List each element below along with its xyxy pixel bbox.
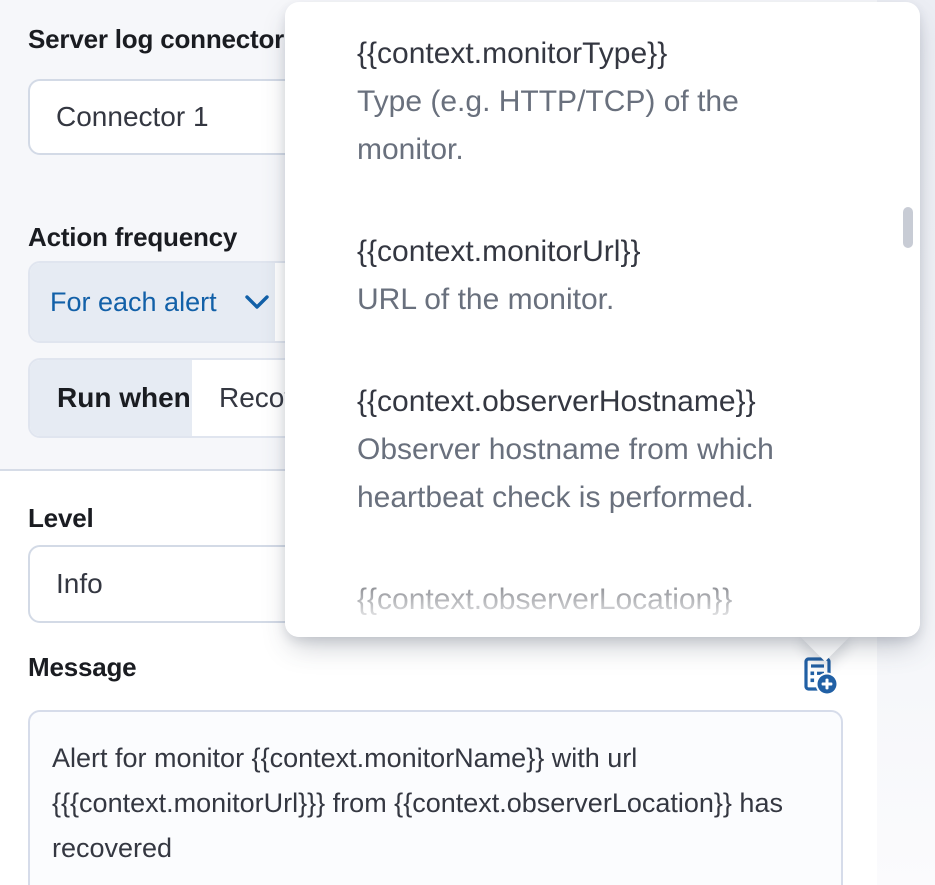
- frequency-label: Action frequency: [28, 222, 237, 253]
- message-label: Message: [28, 652, 136, 683]
- run-when-prepend-label: Run when: [30, 360, 192, 436]
- variable-option[interactable]: {{context.monitorType}} Type (e.g. HTTP/…: [357, 30, 896, 174]
- level-label: Level: [28, 503, 94, 534]
- connector-label: Server log connector: [28, 24, 284, 55]
- message-textarea[interactable]: Alert for monitor {{context.monitorName}…: [28, 710, 843, 885]
- variable-description: Observer location from which: [357, 624, 896, 637]
- frequency-select-value: For each alert: [50, 287, 217, 318]
- template-variables-popover: {{context.monitorType}} Type (e.g. HTTP/…: [285, 2, 920, 637]
- variable-name: {{context.monitorType}}: [357, 30, 896, 78]
- chevron-down-icon: [245, 295, 269, 310]
- variable-description: Observer hostname from which heartbeat c…: [357, 426, 896, 522]
- popover-scrollbar-thumb[interactable]: [903, 207, 913, 248]
- variable-name: {{context.observerHostname}}: [357, 378, 896, 426]
- variable-option[interactable]: {{context.observerLocation}} Observer lo…: [357, 576, 896, 637]
- variable-option[interactable]: {{context.monitorUrl}} URL of the monito…: [357, 228, 896, 324]
- variable-option[interactable]: {{context.observerHostname}} Observer ho…: [357, 378, 896, 522]
- variable-description: URL of the monitor.: [357, 276, 896, 324]
- variable-name: {{context.observerLocation}}: [357, 576, 896, 624]
- add-variable-button[interactable]: [799, 656, 839, 696]
- rule-action-panel: Server log connector Connector 1 Action …: [0, 0, 935, 885]
- variable-name: {{context.monitorUrl}}: [357, 228, 896, 276]
- list-add-icon: [799, 684, 839, 699]
- variable-description: Type (e.g. HTTP/TCP) of the monitor.: [357, 78, 896, 174]
- frequency-select[interactable]: For each alert: [30, 263, 275, 341]
